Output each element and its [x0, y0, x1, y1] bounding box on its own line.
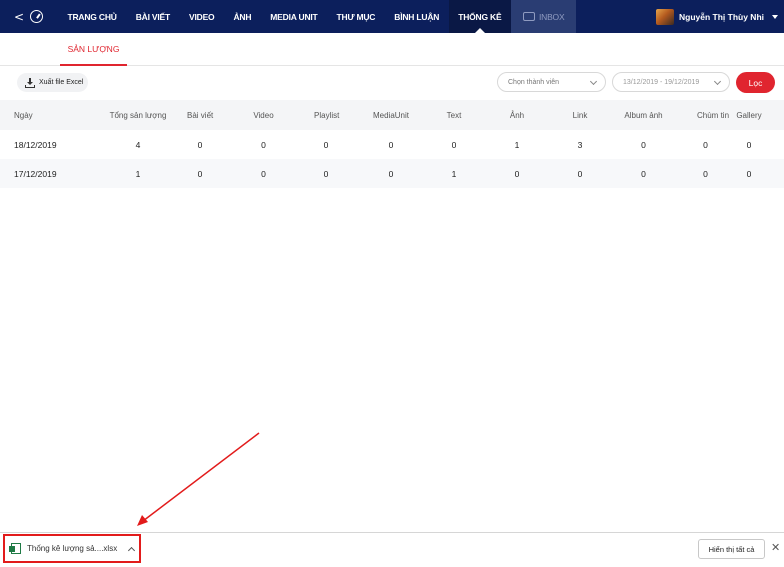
table-cell: 0: [703, 168, 708, 179]
table-cell: 1: [514, 139, 520, 150]
table-cell: 1: [135, 168, 141, 179]
nav-item-media-unit[interactable]: MEDIA UNIT: [261, 0, 327, 33]
close-icon[interactable]: ✕: [771, 542, 780, 553]
nav-menu: TRANG CHỦ BÀI VIẾT VIDEO ẢNH MEDIA UNIT …: [58, 0, 577, 33]
header-cell[interactable]: Playlist: [314, 111, 339, 120]
member-select-value: Chọn thành viên: [508, 78, 559, 86]
table-cell: 18/12/2019: [14, 139, 57, 150]
inbox-label: INBOX: [538, 11, 565, 22]
table-cell: 0: [323, 168, 329, 179]
download-icon: [25, 77, 35, 88]
back-icon[interactable]: <: [14, 10, 24, 24]
header-cell[interactable]: Video: [213, 111, 314, 120]
statistics-table: Ngày Tổng sản lượng Bài viết Video Playl…: [0, 100, 784, 188]
table-cell: 0: [451, 139, 457, 150]
nav-item-anh[interactable]: ẢNH: [224, 0, 261, 33]
table-cell: 0: [261, 168, 266, 179]
top-navigation-bar: < TRANG CHỦ BÀI VIẾT VIDEO ẢNH MEDIA UNI…: [0, 0, 784, 33]
tab-san-luong[interactable]: SẢN LƯỢNG: [60, 33, 127, 66]
excel-file-icon: [9, 543, 21, 554]
nav-item-bai-viet[interactable]: BÀI VIẾT: [126, 0, 179, 33]
filter-button[interactable]: Lọc: [736, 72, 775, 93]
header-cell[interactable]: MediaUnit: [338, 111, 444, 120]
export-excel-label: Xuất file Excel: [39, 79, 84, 86]
avatar: [656, 8, 674, 25]
table-cell: 0: [261, 139, 266, 150]
chat-icon: [522, 12, 535, 21]
table-cell: 0: [746, 168, 752, 179]
table-cell: 0: [746, 139, 752, 150]
header-cell[interactable]: Bài viết: [187, 111, 213, 120]
header-cell[interactable]: Ngày: [14, 111, 89, 120]
header-cell[interactable]: Text: [444, 111, 464, 120]
table-cell: 0: [641, 139, 646, 150]
nav-item-thong-ke[interactable]: THỐNG KÊ: [448, 0, 511, 33]
table-cell: 0: [514, 168, 520, 179]
table-row: 18/12/2019 4 0 0 0 0 0 1 3 0 0 0: [0, 130, 784, 159]
download-item[interactable]: Thống kê lượng sả....xlsx: [3, 534, 141, 563]
table-cell: 0: [577, 168, 583, 179]
table-cell: 0: [703, 139, 708, 150]
table-cell: 1: [451, 168, 457, 179]
table-cell: 0: [197, 168, 203, 179]
header-cell[interactable]: Chùm tin: [697, 111, 729, 120]
table-cell: 4: [135, 139, 141, 150]
user-menu[interactable]: Nguyễn Thị Thùy Nhi: [656, 0, 778, 33]
table-cell: 0: [323, 139, 329, 150]
header-cell[interactable]: Ảnh: [464, 111, 570, 120]
header-cell[interactable]: Gallery: [714, 111, 784, 120]
table-row: 17/12/2019 1 0 0 0 0 1 0 0 0 0 0: [0, 159, 784, 188]
table-cell: 0: [388, 139, 394, 150]
header-cell[interactable]: Link: [570, 111, 590, 120]
caret-down-icon: [772, 14, 778, 19]
table-cell: 0: [388, 168, 394, 179]
dashboard-icon[interactable]: [30, 10, 44, 23]
sub-tab-bar: SẢN LƯỢNG: [0, 33, 784, 66]
chevron-down-icon: [589, 77, 598, 86]
nav-item-inbox[interactable]: INBOX: [510, 0, 577, 33]
export-excel-button[interactable]: Xuất file Excel: [17, 73, 88, 92]
user-name: Nguyễn Thị Thùy Nhi: [679, 11, 764, 22]
date-range-value: 13/12/2019 - 19/12/2019: [623, 78, 700, 86]
header-cell[interactable]: Tổng sản lượng: [89, 111, 187, 120]
table-cell: 17/12/2019: [14, 168, 57, 179]
header-cell[interactable]: Album ảnh: [590, 111, 697, 120]
download-file-name: Thống kê lượng sả....xlsx: [27, 544, 118, 553]
nav-item-binh-luan[interactable]: BÌNH LUẬN: [385, 0, 449, 33]
nav-item-trang-chu[interactable]: TRANG CHỦ: [58, 0, 126, 33]
downloads-bar: Thống kê lượng sả....xlsx Hiển thị tất c…: [0, 532, 784, 567]
nav-item-video[interactable]: VIDEO: [180, 0, 224, 33]
chevron-up-icon[interactable]: [128, 546, 136, 554]
table-header: Ngày Tổng sản lượng Bài viết Video Playl…: [0, 100, 784, 130]
nav-item-thu-muc[interactable]: THƯ MỤC: [327, 0, 385, 33]
show-all-button[interactable]: Hiển thị tất cả: [698, 539, 765, 559]
date-range-select[interactable]: 13/12/2019 - 19/12/2019: [612, 72, 730, 92]
table-cell: 0: [641, 168, 646, 179]
chevron-down-icon: [713, 77, 722, 86]
nav-left-controls: <: [0, 0, 58, 33]
table-cell: 0: [197, 139, 203, 150]
table-cell: 3: [577, 139, 583, 150]
member-select[interactable]: Chọn thành viên: [497, 72, 606, 92]
